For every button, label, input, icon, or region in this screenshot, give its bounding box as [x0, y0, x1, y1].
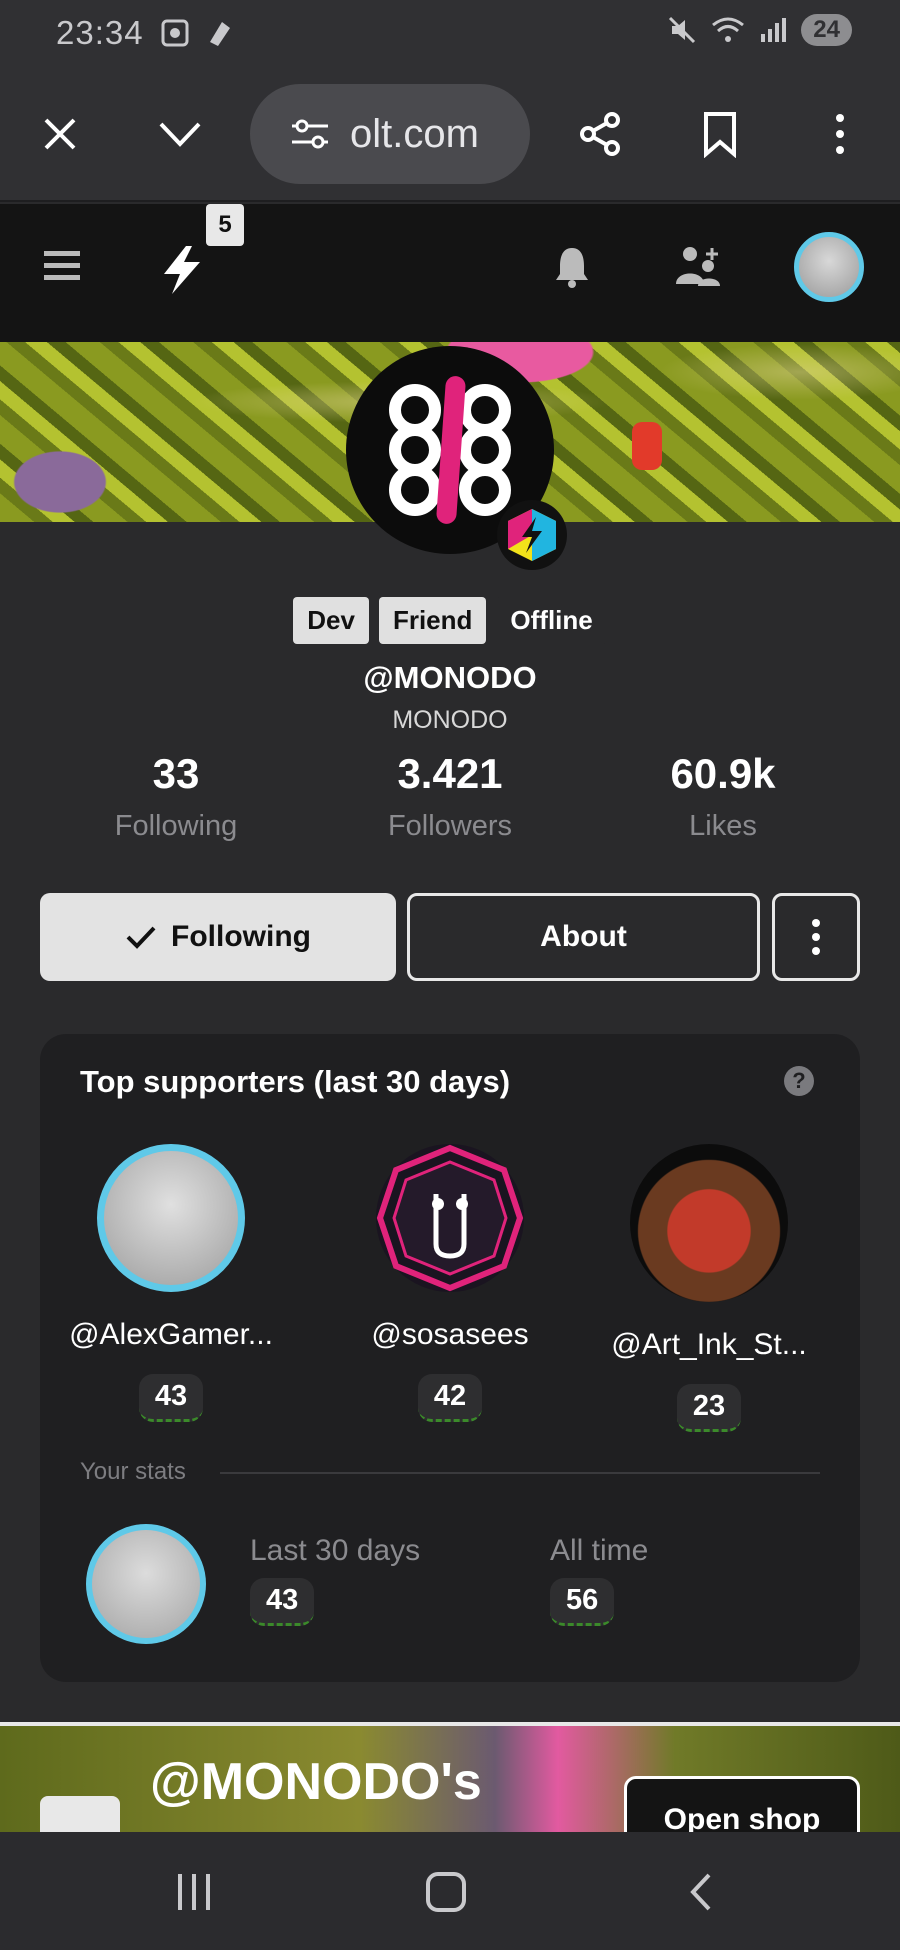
clippy-icon: [376, 1144, 524, 1292]
system-nav-bar: [0, 1832, 900, 1950]
bolt-button[interactable]: [158, 244, 206, 301]
browser-menu-button[interactable]: [808, 102, 872, 166]
recent-apps-button[interactable]: [164, 1862, 224, 1922]
add-friend-button[interactable]: [674, 244, 722, 293]
site-settings-icon: [292, 119, 328, 149]
notification-count-badge: 5: [206, 204, 244, 246]
back-button[interactable]: [670, 1862, 730, 1922]
bolt-icon: [164, 246, 200, 294]
supporter-name: @Art_Ink_St...: [611, 1328, 807, 1361]
status-time: 23:34: [56, 14, 144, 51]
help-icon[interactable]: ?: [784, 1066, 814, 1096]
alltime-label: All time: [550, 1534, 649, 1567]
tag-offline: Offline: [496, 597, 607, 644]
divider: [220, 1472, 820, 1474]
back-icon: [690, 1873, 711, 1911]
supporter-score: 43: [138, 1374, 204, 1422]
supporter-score: 42: [417, 1374, 483, 1422]
card-title: Top supporters (last 30 days): [80, 1064, 511, 1099]
home-icon: [426, 1872, 466, 1912]
shop-icon: [40, 1796, 120, 1832]
menu-icon: [44, 251, 80, 280]
supporter-avatar: [630, 1144, 788, 1302]
top-supporters-card: Top supporters (last 30 days) ? @AlexGam…: [40, 1034, 860, 1682]
following-button-label: Following: [171, 920, 311, 953]
signal-icon: [761, 18, 787, 42]
tag-icon: [210, 22, 230, 46]
stat-label: Likes: [689, 810, 757, 842]
stat-label: Followers: [387, 810, 513, 842]
status-left-icons: [158, 16, 236, 50]
profile-tags: Dev Friend Offline: [0, 597, 900, 644]
banner-character: [632, 422, 662, 470]
browser-toolbar: olt.com: [0, 68, 900, 202]
more-options-button[interactable]: [772, 893, 860, 981]
app-header: 5: [0, 204, 900, 342]
tag-dev: Dev: [293, 597, 369, 644]
share-button[interactable]: [568, 102, 632, 166]
supporter-item[interactable]: @sosasees 42: [335, 1144, 565, 1422]
url-text: olt.com: [350, 111, 479, 156]
stat-value: 60.9k: [670, 750, 776, 797]
supporter-score: 23: [676, 1384, 742, 1432]
recent-apps-icon: [178, 1874, 210, 1910]
stat-value: 33: [152, 750, 200, 797]
about-button-label: About: [540, 920, 627, 953]
url-bar[interactable]: olt.com: [250, 84, 530, 184]
stat-following[interactable]: 33 Following: [56, 750, 296, 843]
last30-value: 43: [250, 1578, 315, 1626]
mute-icon: [669, 16, 696, 44]
bookmark-icon: [704, 112, 736, 158]
profile-display-name: MONODO: [392, 706, 508, 734]
following-button[interactable]: Following: [40, 893, 396, 981]
supporter-avatar: [376, 1144, 524, 1292]
about-button[interactable]: About: [407, 893, 760, 981]
bell-icon: [556, 248, 588, 288]
more-vert-icon: [836, 114, 844, 154]
battery-indicator: 24: [801, 14, 852, 46]
monodo-logo: [389, 376, 511, 524]
menu-button[interactable]: [42, 248, 82, 289]
add-friend-icon: [676, 247, 720, 286]
more-vert-icon: [812, 919, 820, 955]
verified-bolt-icon: [508, 509, 556, 561]
minimize-button[interactable]: [148, 102, 212, 166]
status-right: 24: [667, 14, 852, 46]
bookmark-button[interactable]: [688, 102, 752, 166]
supporter-name: @AlexGamer...: [69, 1318, 273, 1351]
shop-title: @MONODO's: [150, 1753, 482, 1811]
alltime-value: 56: [550, 1578, 615, 1626]
checkmark-icon: [126, 926, 156, 949]
last30-label: Last 30 days: [250, 1534, 421, 1567]
supporter-item[interactable]: @Art_Ink_St... 23: [594, 1144, 824, 1432]
user-avatar[interactable]: [794, 232, 864, 302]
stat-label: Following: [114, 810, 238, 842]
home-button[interactable]: [416, 1862, 476, 1922]
stat-value: 3.421: [397, 750, 503, 797]
shop-banner: @MONODO's Open shop: [0, 1722, 900, 1832]
wifi-icon: [712, 17, 745, 42]
supporter-name: @sosasees: [371, 1318, 529, 1351]
status-bar: 23:34 24: [0, 0, 900, 68]
notifications-button[interactable]: [554, 244, 590, 293]
close-tab-button[interactable]: [28, 102, 92, 166]
profile-handle: @MONODO: [363, 660, 537, 695]
all-time-stat: All time 56: [550, 1534, 648, 1626]
share-icon: [580, 112, 620, 156]
stat-followers[interactable]: 3.421 Followers: [330, 750, 570, 843]
stat-likes[interactable]: 60.9k Likes: [603, 750, 843, 843]
screenshot-icon: [161, 19, 189, 47]
close-icon: [44, 118, 76, 150]
verified-badge: [497, 500, 567, 570]
supporter-item[interactable]: @AlexGamer... 43: [56, 1144, 286, 1422]
open-shop-button[interactable]: Open shop: [624, 1776, 860, 1832]
your-stats-label: Your stats: [80, 1458, 186, 1485]
last-30-days-stat: Last 30 days 43: [250, 1534, 420, 1626]
chevron-down-icon: [159, 122, 201, 147]
supporter-avatar: [97, 1144, 245, 1292]
tag-friend: Friend: [378, 597, 487, 644]
my-avatar: [86, 1524, 206, 1644]
